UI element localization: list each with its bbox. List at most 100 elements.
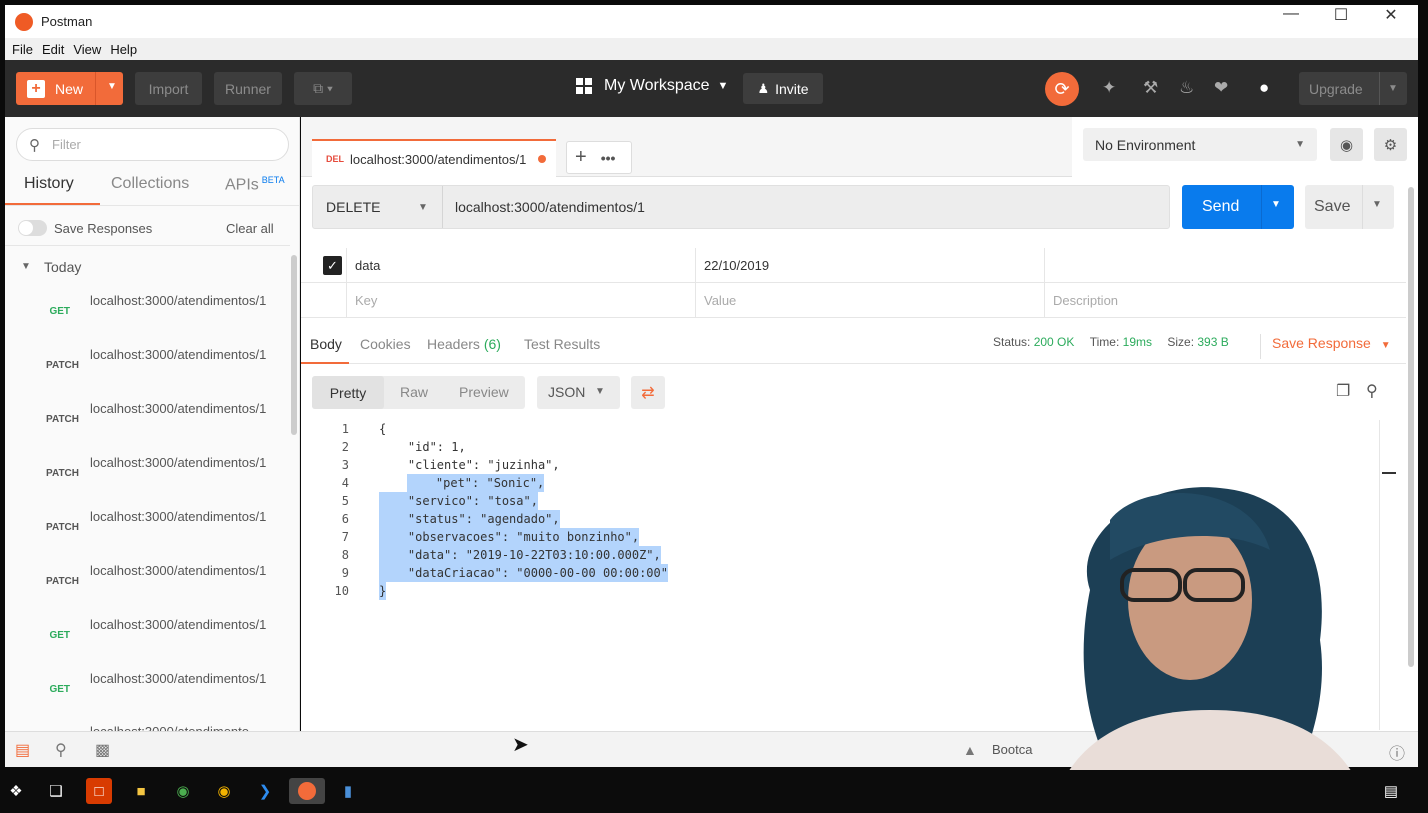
maximize-icon[interactable]: ☐ [1318,5,1364,25]
tab-cookies[interactable]: Cookies [360,336,411,352]
chrome-icon[interactable]: ◉ [170,778,196,804]
tab-apis[interactable]: APIs BETA [225,175,285,194]
terminal-icon[interactable]: ▮ [335,778,361,804]
add-tab-icon[interactable]: + [575,146,587,169]
menu-edit[interactable]: Edit [42,42,64,57]
upgrade-caret-icon[interactable]: ▼ [1388,83,1398,94]
app-icon[interactable]: □ [86,778,112,804]
new-button[interactable]: + New ▼ [16,72,123,105]
tab-pretty[interactable]: Pretty [312,376,384,409]
history-item[interactable]: PATCH localhost:3000/atendimentos/1 [5,398,299,452]
satellite-icon[interactable]: ✦ [1102,78,1116,98]
save-response-button[interactable]: Save Response ▼ [1272,335,1391,351]
menu-file[interactable]: File [12,42,33,57]
toolbar-divider [5,245,290,246]
tab-body[interactable]: Body [310,336,342,352]
invite-button[interactable]: ♟ Invite [743,73,823,104]
sidebar-scrollbar[interactable] [291,255,297,435]
postman-taskbar-icon[interactable] [289,778,325,804]
workspace-selector[interactable]: My Workspace ▼ [576,77,728,95]
bootcamp-label[interactable]: Bootca [992,742,1032,757]
find-icon[interactable]: ⚲ [55,740,67,760]
tab-history[interactable]: History [24,175,74,193]
history-url: localhost:3000/atendimentos/1 [90,347,267,362]
url-input[interactable]: localhost:3000/atendimentos/1 [455,199,645,215]
history-item[interactable]: PATCH localhost:3000/atendimentos/1 [5,560,299,614]
sync-icon[interactable]: ⟳ [1045,72,1079,106]
search-icon[interactable]: ⚲ [1366,381,1378,401]
import-button[interactable]: Import [135,72,202,105]
value-placeholder[interactable]: Value [704,293,736,308]
collapse-caret-icon[interactable]: ▼ [21,261,31,272]
file-explorer-icon[interactable]: ■ [128,778,154,804]
minimize-icon[interactable]: — [1268,5,1314,23]
format-type-select[interactable]: JSON ▼ [537,376,620,409]
line-number: 8 [341,548,349,562]
code-line-selected: } [379,582,387,600]
copy-icon[interactable]: ❐ [1336,381,1350,401]
gear-icon[interactable]: ⚙ [1374,128,1407,161]
main-scrollbar[interactable] [1408,187,1414,667]
chrome-icon[interactable]: ◉ [211,778,237,804]
description-placeholder[interactable]: Description [1053,293,1118,308]
sidebar-toggle-icon[interactable]: ▤ [15,740,30,760]
send-caret-icon[interactable]: ▼ [1271,199,1281,210]
tab-headers[interactable]: Headers (6) [427,336,501,352]
help-icon[interactable]: ⓘ [1389,740,1405,764]
method-select[interactable]: DELETE ▼ [313,186,443,228]
wrap-lines-icon[interactable]: ⇄ [631,376,665,409]
group-today-label: Today [44,259,82,275]
status-label: Status: [993,335,1031,349]
clear-all-button[interactable]: Clear all [226,221,274,236]
runner-button[interactable]: Runner [214,72,282,105]
save-responses-toggle[interactable] [18,220,47,236]
send-button[interactable]: Send ▼ [1182,185,1294,229]
tab-raw[interactable]: Raw [400,384,428,400]
param-key[interactable]: data [355,258,380,273]
history-item[interactable]: PATCH localhost:3000/atendimentos/1 [5,344,299,398]
notifications-icon[interactable]: ▤ [1378,778,1404,804]
new-button-label: New [55,80,84,97]
windows-start-icon[interactable]: ❖ [3,778,29,804]
param-value[interactable]: 22/10/2019 [704,258,769,273]
history-item[interactable]: GET localhost:3000/atendimentos/1 [5,290,299,344]
wrench-icon[interactable]: ⚒ [1143,78,1158,98]
environment-select[interactable]: No Environment ▼ [1083,128,1317,161]
new-dropdown-caret-icon[interactable]: ▼ [107,81,117,92]
chevron-down-icon: ▼ [1380,340,1391,351]
close-window-icon[interactable]: ✕ [1368,5,1414,25]
avatar-icon[interactable]: ● [1259,78,1269,98]
save-button[interactable]: Save ▼ [1305,185,1394,229]
bell-icon[interactable]: ♨ [1179,78,1194,98]
time-value: 19ms [1122,335,1152,349]
menu-view[interactable]: View [73,42,101,57]
heart-icon[interactable]: ❤ [1214,78,1228,98]
more-tabs-icon[interactable]: ••• [601,150,616,166]
console-icon[interactable]: ▩ [95,740,110,760]
history-item[interactable]: GET localhost:3000/atendimentos/1 [5,614,299,668]
tab-collections[interactable]: Collections [111,175,189,193]
checkbox-checked-icon[interactable]: ✓ [323,256,342,275]
new-window-button[interactable]: ⧉ ▾ [294,72,352,105]
upgrade-button[interactable]: Upgrade ▼ [1299,72,1407,105]
add-user-icon: ♟ [757,80,770,96]
request-tab[interactable]: DEL localhost:3000/atendimentos/1 [312,139,556,177]
tab-test-results[interactable]: Test Results [524,336,600,352]
task-view-icon[interactable]: ❑ [43,778,69,804]
vscode-icon[interactable]: ❯ [252,778,278,804]
history-item[interactable]: PATCH localhost:3000/atendimentos/1 [5,452,299,506]
eye-icon[interactable]: ◉ [1330,128,1363,161]
filter-input[interactable]: ⚲ Filter [16,128,289,161]
window-titlebar: Postman [5,5,1418,38]
history-url: localhost:3000/atendimentos/1 [90,671,267,686]
status-divider [1260,334,1261,359]
history-item[interactable]: GET localhost:3000/atendimentos/1 [5,668,299,722]
tab-preview[interactable]: Preview [459,384,509,400]
send-divider [1261,185,1262,229]
history-item[interactable]: localhost:3000/atendimento [5,722,299,731]
save-caret-icon[interactable]: ▼ [1372,199,1382,210]
history-item[interactable]: PATCH localhost:3000/atendimentos/1 [5,506,299,560]
key-placeholder[interactable]: Key [355,293,377,308]
sidebar: ⚲ Filter History Collections APIs BETA Sa… [5,117,300,731]
menu-help[interactable]: Help [110,42,137,57]
